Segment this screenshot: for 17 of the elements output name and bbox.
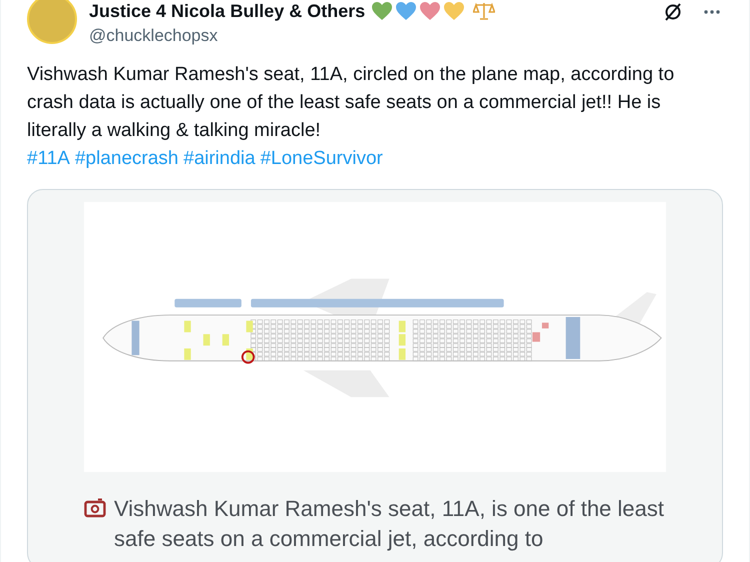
- slashed-circle-icon[interactable]: [663, 2, 683, 22]
- hashtag-link[interactable]: #airindia: [184, 145, 256, 173]
- heart-icon: [419, 1, 442, 21]
- camera-icon: [84, 498, 106, 518]
- display-name[interactable]: Justice 4 Nicola Bulley & Others: [89, 0, 366, 22]
- hashtag-link[interactable]: #planecrash: [74, 145, 178, 173]
- scales-icon: [473, 1, 496, 21]
- hashtag-link[interactable]: #11A: [27, 145, 70, 173]
- heart-icon: [443, 1, 466, 21]
- hashtag-link[interactable]: #LoneSurvivor: [260, 145, 383, 173]
- user-handle[interactable]: @chucklechopsx: [89, 25, 496, 47]
- more-icon[interactable]: [703, 9, 721, 15]
- link-card[interactable]: Vishwash Kumar Ramesh's seat, 11A, is one of the least safe seats on a commercial jet, according to: [27, 189, 723, 562]
- heart-icon: [371, 1, 394, 21]
- post-text: Vishwash Kumar Ramesh's seat, 11A, circled on the plane map, according to crash data is actually one of the least safe seats on a commercial jet!! He is literally a walking & talking miracle!: [27, 63, 676, 143]
- image-caption: Vishwash Kumar Ramesh's seat, 11A, is one of the least safe seats on a commercial jet, according to: [114, 495, 665, 553]
- heart-icon: [395, 1, 418, 21]
